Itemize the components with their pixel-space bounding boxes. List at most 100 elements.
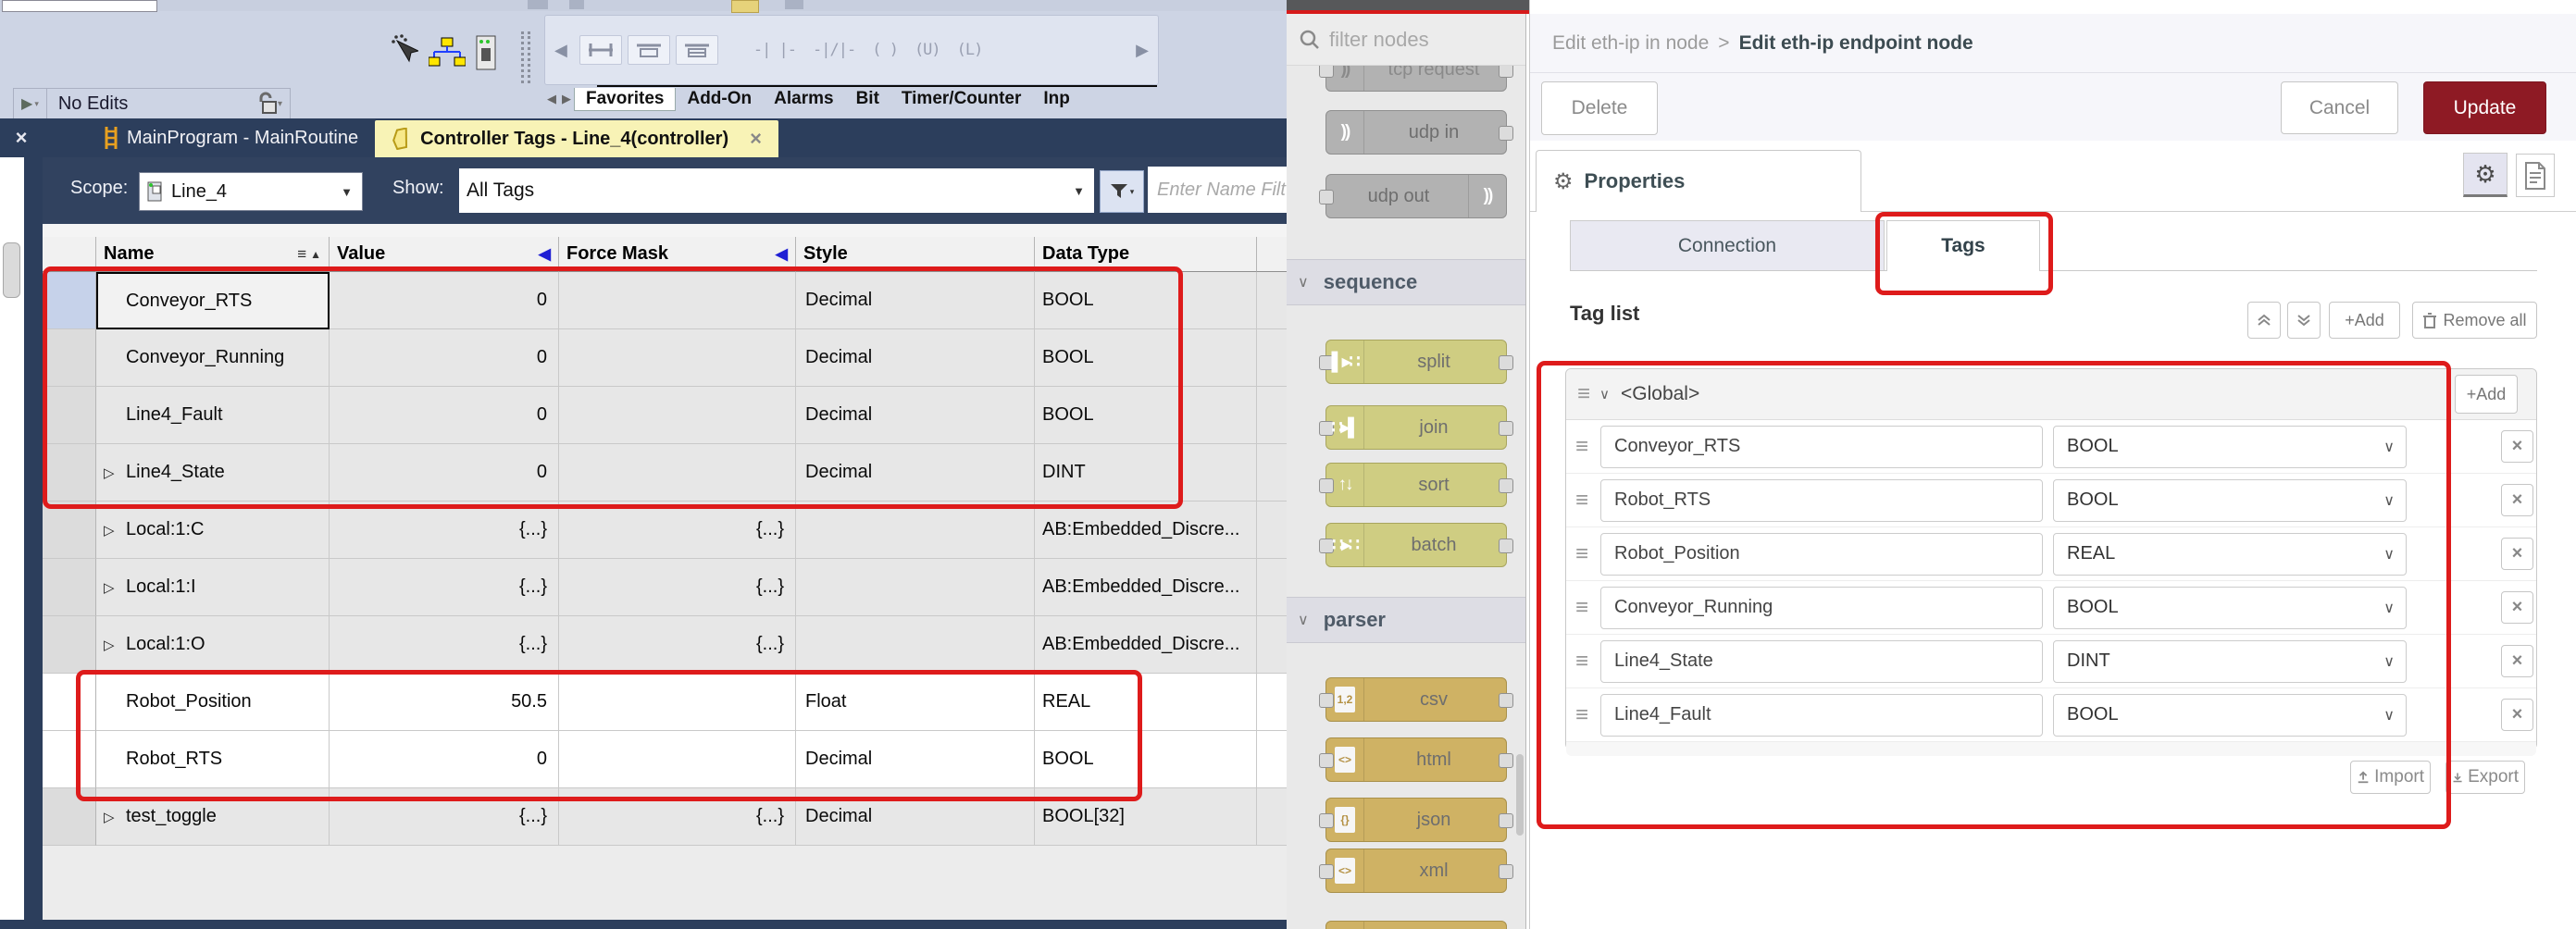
chevron-down-icon[interactable]: ∨ [1599,386,1610,403]
force-mask-column-header[interactable]: Force Mask ◀ [559,237,796,272]
row-header-cell[interactable] [43,674,96,731]
tag-style-cell[interactable]: Decimal [796,387,1035,444]
tag-force-cell[interactable]: {...} [559,616,796,674]
tabs-scroll-left-icon[interactable]: ◀ [547,92,556,106]
expand-arrow-icon[interactable]: ▷ [104,522,115,539]
scope-select[interactable]: Line_4 ▼ [139,172,363,211]
tag-name-cell[interactable]: ▷Local:1:C [96,502,330,559]
table-row[interactable]: ▷test_toggle{...}{...}DecimalBOOL[32] [43,788,1287,846]
row-header-cell[interactable] [43,329,96,387]
instruction-tab-favorites[interactable]: Favorites [574,88,676,111]
table-row[interactable]: ▷Line4_State0 DecimalDINT [43,444,1287,502]
tag-force-cell[interactable] [559,731,796,788]
tag-name-input[interactable] [1600,587,2043,629]
palette-node-json[interactable]: {}json [1325,798,1507,842]
tab-mainroutine[interactable]: MainProgram - MainRoutine [87,118,375,157]
tag-force-cell[interactable] [559,272,796,329]
expand-arrow-icon[interactable]: ▷ [104,464,115,481]
tag-name-cell[interactable]: ▷Line4_State [96,444,330,502]
tag-type-cell[interactable]: AB:Embedded_Discre... [1035,559,1257,616]
drag-handle-icon[interactable]: ≡ [1575,541,1599,567]
tag-value-cell[interactable]: 50.5 [330,674,559,731]
table-row[interactable]: Conveyor_Running0DecimalBOOL [43,329,1287,387]
table-row[interactable]: ▷Local:1:O{...}{...}AB:Embedded_Discre..… [43,616,1287,674]
branch-level-button[interactable] [676,35,718,65]
scroll-left-icon[interactable]: ◀ [545,41,577,60]
row-header-cell[interactable] [43,788,96,846]
close-panel-icon[interactable]: × [0,118,43,157]
unlock-icon[interactable]: ▾ [255,92,290,116]
tag-name-cell[interactable]: ▷Local:1:O [96,616,330,674]
edit-properties-icon-button[interactable]: ⚙ [2463,153,2508,197]
value-column-header[interactable]: Value ◀ [330,237,559,272]
tag-type-select[interactable]: DINT∨ [2053,640,2407,683]
cancel-button[interactable]: Cancel [2281,81,2398,134]
tag-name-cell[interactable]: Robot_Position [96,674,330,731]
toolbar-drag-handle[interactable] [521,31,530,83]
tag-list-row[interactable]: ≡DINT∨× [1566,635,2536,688]
tag-style-cell[interactable] [796,559,1035,616]
remove-all-button[interactable]: Remove all [2412,302,2537,339]
tabs-scroll-right-icon[interactable]: ▶ [562,92,571,106]
tag-list-row[interactable]: ≡BOOL∨× [1566,581,2536,635]
filter-funnel-button[interactable]: ▾ [1100,170,1144,213]
tag-force-cell[interactable] [559,329,796,387]
tag-type-cell[interactable]: BOOL [1035,387,1257,444]
table-row[interactable]: Line4_Fault0DecimalBOOL [43,387,1287,444]
drag-handle-icon[interactable]: ≡ [1575,702,1599,728]
data-type-column-header[interactable]: Data Type [1035,237,1257,272]
row-header-cell[interactable] [43,272,96,329]
row-header-cell[interactable] [43,502,96,559]
show-select[interactable]: All Tags ▼ [459,168,1094,213]
expand-arrow-icon[interactable]: ▷ [104,579,115,596]
tag-name-input[interactable] [1600,640,2043,683]
drag-handle-icon[interactable]: ≡ [1575,595,1599,621]
group-add-button[interactable]: +Add [2455,375,2518,414]
tag-style-cell[interactable]: Float [796,674,1035,731]
row-header-cell[interactable] [43,444,96,502]
tag-style-cell[interactable]: Decimal [796,444,1035,502]
tag-style-cell[interactable]: Decimal [796,329,1035,387]
tag-force-cell[interactable]: {...} [559,502,796,559]
remove-tag-button[interactable]: × [2501,538,2533,570]
tag-force-cell[interactable] [559,674,796,731]
tag-force-cell[interactable]: {...} [559,559,796,616]
table-row[interactable]: ▷Local:1:C{...}{...}AB:Embedded_Discre..… [43,502,1287,559]
tag-type-cell[interactable]: REAL [1035,674,1257,731]
tag-value-cell[interactable]: {...} [330,502,559,559]
tag-force-cell[interactable] [559,444,796,502]
palette-category-sequence[interactable]: ∨sequence [1287,259,1525,305]
tag-type-cell[interactable]: AB:Embedded_Discre... [1035,502,1257,559]
tag-value-cell[interactable]: {...} [330,559,559,616]
row-header-cell[interactable] [43,559,96,616]
add-tag-button[interactable]: +Add [2329,302,2400,339]
tag-value-cell[interactable]: 0 [330,731,559,788]
tag-value-cell[interactable]: 0 [330,272,559,329]
tag-value-cell[interactable]: 0 [330,444,559,502]
expand-arrow-icon[interactable]: ▷ [104,809,115,825]
instruction-tab-bit[interactable]: Bit [845,88,890,110]
node-description-icon-button[interactable] [2516,154,2555,197]
corner-header-cell[interactable] [43,237,96,272]
tag-name-input[interactable] [1600,533,2043,576]
tag-value-cell[interactable]: 0 [330,387,559,444]
tag-type-select[interactable]: REAL∨ [2053,533,2407,576]
tab-controller-tags[interactable]: Controller Tags - Line_4(controller) × [375,120,778,157]
palette-node-udp-out[interactable]: ))udp out [1325,174,1507,218]
tag-type-cell[interactable]: DINT [1035,444,1257,502]
palette-category-parser[interactable]: ∨parser [1287,597,1525,643]
tag-name-cell[interactable]: ▷test_toggle [96,788,330,846]
delete-button[interactable]: Delete [1541,81,1658,135]
import-button[interactable]: Import [2350,761,2431,794]
palette-node-tcp-request[interactable]: ))tcp request [1325,66,1507,92]
tag-name-cell[interactable]: Conveyor_Running [96,329,330,387]
remove-tag-button[interactable]: × [2501,645,2533,677]
tag-type-cell[interactable]: BOOL [1035,731,1257,788]
ladder-instruction-glyph[interactable]: (U) [915,41,940,59]
ladder-instruction-glyph[interactable]: -|/|- [813,41,855,59]
tag-list-row[interactable]: ≡BOOL∨× [1566,688,2536,742]
table-row[interactable]: Robot_RTS0DecimalBOOL [43,731,1287,788]
tag-force-cell[interactable]: {...} [559,788,796,846]
name-column-header[interactable]: Name ≡▲ [96,237,330,272]
rung-button[interactable] [579,35,622,65]
